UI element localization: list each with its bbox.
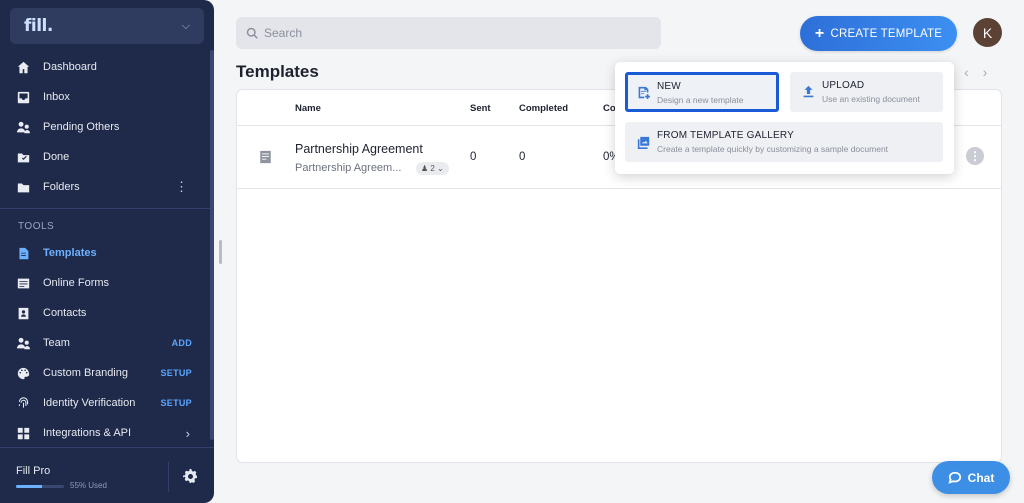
templates-icon xyxy=(16,246,30,260)
more-vertical-icon[interactable]: ⋮ xyxy=(175,179,188,195)
menu-item-desc: Design a new template xyxy=(657,95,744,105)
sidebar-item-label: Pending Others xyxy=(43,121,120,133)
chevron-down-icon: ⌄ xyxy=(434,164,444,173)
folder-check-icon xyxy=(16,150,30,164)
menu-item-template-gallery[interactable]: FROM TEMPLATE GALLERY Create a template … xyxy=(625,122,943,162)
sidebar-item-label: Inbox xyxy=(43,91,70,103)
sidebar-item-pending-others[interactable]: Pending Others xyxy=(0,112,214,142)
sidebar-item-label: Done xyxy=(43,151,70,163)
menu-item-desc: Create a template quickly by customizing… xyxy=(657,144,889,154)
create-template-label: CREATE TEMPLATE xyxy=(830,27,943,40)
sidebar-item-done[interactable]: Done xyxy=(0,142,214,172)
add-team-badge[interactable]: ADD xyxy=(172,338,192,348)
menu-item-new[interactable]: NEW Design a new template xyxy=(625,72,779,112)
menu-item-upload[interactable]: UPLOAD Use an existing document xyxy=(790,72,943,112)
menu-item-title: NEW xyxy=(657,81,681,92)
chat-bubble-icon xyxy=(948,471,962,485)
chevron-left-icon[interactable]: ‹ xyxy=(964,64,969,80)
sidebar-item-inbox[interactable]: Inbox xyxy=(0,82,214,112)
sidebar-item-label: Integrations & API xyxy=(43,427,132,439)
column-header-completed[interactable]: Completed xyxy=(519,103,568,114)
team-icon xyxy=(16,336,30,350)
chat-label: Chat xyxy=(967,470,995,485)
setup-verification-badge[interactable]: SETUP xyxy=(160,398,192,408)
create-template-button[interactable]: + CREATE TEMPLATE xyxy=(800,16,957,51)
puzzle-icon xyxy=(16,426,30,440)
people-icon xyxy=(16,120,30,134)
palette-icon xyxy=(16,366,30,380)
sidebar-item-label: Folders xyxy=(43,181,80,193)
chevron-down-icon: ⌵ xyxy=(181,19,190,32)
plan-name: Fill Pro xyxy=(16,465,51,477)
gear-icon[interactable] xyxy=(182,468,200,486)
sidebar-item-contacts[interactable]: Contacts xyxy=(0,298,214,328)
sidebar-item-custom-branding[interactable]: Custom Branding SETUP xyxy=(0,358,214,388)
workspace-switcher[interactable]: fill. ⌵ xyxy=(10,8,204,44)
folder-icon xyxy=(16,180,30,194)
usage-bar xyxy=(16,485,64,488)
home-icon xyxy=(16,60,30,74)
sidebar-item-folders[interactable]: Folders ⋮ xyxy=(0,172,214,202)
chevron-right-icon[interactable]: › xyxy=(983,64,988,80)
column-header-sent[interactable]: Sent xyxy=(470,103,491,114)
menu-item-desc: Use an existing document xyxy=(822,94,920,104)
inbox-icon xyxy=(16,90,30,104)
search-input[interactable] xyxy=(264,26,644,40)
signers-chip[interactable]: ♟ 2 ⌄ xyxy=(416,162,449,175)
menu-item-title: UPLOAD xyxy=(822,80,865,91)
usage-bar-fill xyxy=(16,485,43,488)
sidebar-item-templates[interactable]: Templates xyxy=(0,238,214,268)
brand-logo: fill. xyxy=(24,16,53,36)
usage-text: 55% Used xyxy=(70,481,107,490)
plus-icon: + xyxy=(814,24,825,42)
search-icon xyxy=(246,26,260,40)
new-document-icon xyxy=(637,86,651,100)
sidebar-item-team[interactable]: Team ADD xyxy=(0,328,214,358)
completed-count: 0 xyxy=(519,151,526,163)
footer-divider xyxy=(168,462,169,492)
sidebar-scrollbar[interactable] xyxy=(210,50,214,440)
menu-item-title: FROM TEMPLATE GALLERY xyxy=(657,130,795,141)
column-header-conversion[interactable]: Co xyxy=(603,103,616,114)
tools-section-label: TOOLS xyxy=(18,221,55,232)
sidebar-item-integrations[interactable]: Integrations & API › xyxy=(0,418,214,448)
sidebar-item-label: Templates xyxy=(43,247,97,259)
fingerprint-icon xyxy=(16,396,30,410)
sidebar-nav: Dashboard Inbox Pending Others Done Fold… xyxy=(0,52,214,448)
gallery-icon xyxy=(637,136,651,150)
contacts-icon xyxy=(16,306,30,320)
sidebar-item-dashboard[interactable]: Dashboard xyxy=(0,52,214,82)
setup-branding-badge[interactable]: SETUP xyxy=(160,368,192,378)
form-icon xyxy=(16,276,30,290)
sidebar-item-label: Custom Branding xyxy=(43,367,128,379)
pagination: ‹ › xyxy=(950,64,987,80)
sidebar-item-label: Identity Verification xyxy=(43,397,136,409)
sidebar-item-label: Team xyxy=(43,337,70,349)
column-header-name[interactable]: Name xyxy=(295,103,321,114)
chevron-right-icon: › xyxy=(185,425,190,441)
sidebar: fill. ⌵ Dashboard Inbox Pending Others D… xyxy=(0,0,214,503)
upload-icon xyxy=(802,85,816,99)
template-subtitle: Partnership Agreem... xyxy=(295,162,402,174)
template-name[interactable]: Partnership Agreement xyxy=(295,142,423,156)
sidebar-item-identity-verification[interactable]: Identity Verification SETUP xyxy=(0,388,214,418)
page-title: Templates xyxy=(236,62,319,81)
sidebar-item-online-forms[interactable]: Online Forms xyxy=(0,268,214,298)
sent-count: 0 xyxy=(470,151,477,163)
create-template-menu: NEW Design a new template UPLOAD Use an … xyxy=(615,62,954,174)
chat-button[interactable]: Chat xyxy=(932,461,1010,494)
document-icon xyxy=(259,150,273,164)
sidebar-footer: Fill Pro 55% Used xyxy=(0,447,214,503)
sidebar-resize-handle[interactable] xyxy=(219,240,222,264)
sidebar-item-label: Dashboard xyxy=(43,61,97,73)
person-icon: ♟ xyxy=(421,164,431,173)
sidebar-item-label: Contacts xyxy=(43,307,87,319)
search-bar[interactable] xyxy=(236,17,661,49)
avatar[interactable]: K xyxy=(973,18,1002,47)
more-icon[interactable]: ⋮ xyxy=(966,147,984,165)
sidebar-item-label: Online Forms xyxy=(43,277,110,289)
